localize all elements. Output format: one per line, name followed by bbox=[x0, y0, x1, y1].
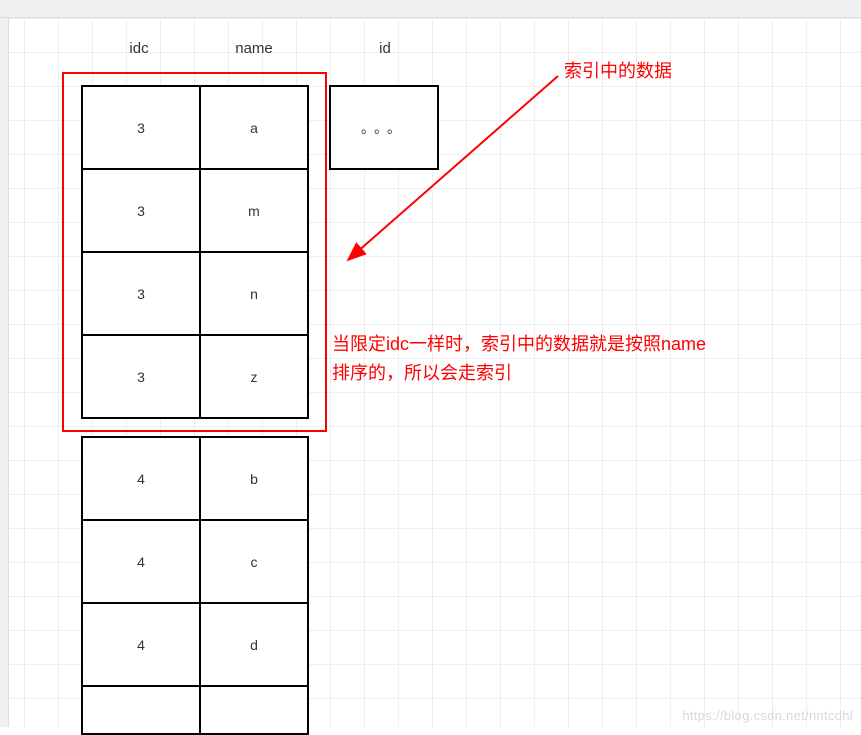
cell-idc-4: 4 bbox=[81, 436, 201, 521]
annotation-middle: 当限定idc一样时，索引中的数据就是按照name 排序的，所以会走索引 bbox=[332, 330, 842, 388]
cell-name-1: m bbox=[199, 168, 309, 253]
header-idc: idc bbox=[119, 40, 159, 57]
cell-idc-partial bbox=[81, 685, 201, 735]
cell-name-2: n bbox=[199, 251, 309, 336]
annotation-middle-line1: 当限定idc一样时，索引中的数据就是按照name bbox=[332, 330, 842, 359]
cell-idc-5: 4 bbox=[81, 519, 201, 604]
cell-name-partial bbox=[199, 685, 309, 735]
cell-name-6: d bbox=[199, 602, 309, 687]
cell-name-0: a bbox=[199, 85, 309, 170]
cell-name-5: c bbox=[199, 519, 309, 604]
cell-idc-3: 3 bbox=[81, 334, 201, 419]
cell-idc-6: 4 bbox=[81, 602, 201, 687]
header-name: name bbox=[229, 40, 279, 57]
left-ruler bbox=[0, 18, 9, 727]
annotation-middle-line2: 排序的，所以会走索引 bbox=[332, 359, 842, 388]
cell-idc-1: 3 bbox=[81, 168, 201, 253]
cell-name-4: b bbox=[199, 436, 309, 521]
cell-id-ellipsis: 。。。 bbox=[329, 85, 439, 170]
cell-idc-0: 3 bbox=[81, 85, 201, 170]
header-id: id bbox=[370, 40, 400, 57]
cell-idc-2: 3 bbox=[81, 251, 201, 336]
top-ruler bbox=[0, 0, 861, 18]
annotation-top: 索引中的数据 bbox=[564, 57, 672, 86]
cell-name-3: z bbox=[199, 334, 309, 419]
watermark: https://blog.csdn.net/nntcdhl bbox=[682, 708, 853, 723]
